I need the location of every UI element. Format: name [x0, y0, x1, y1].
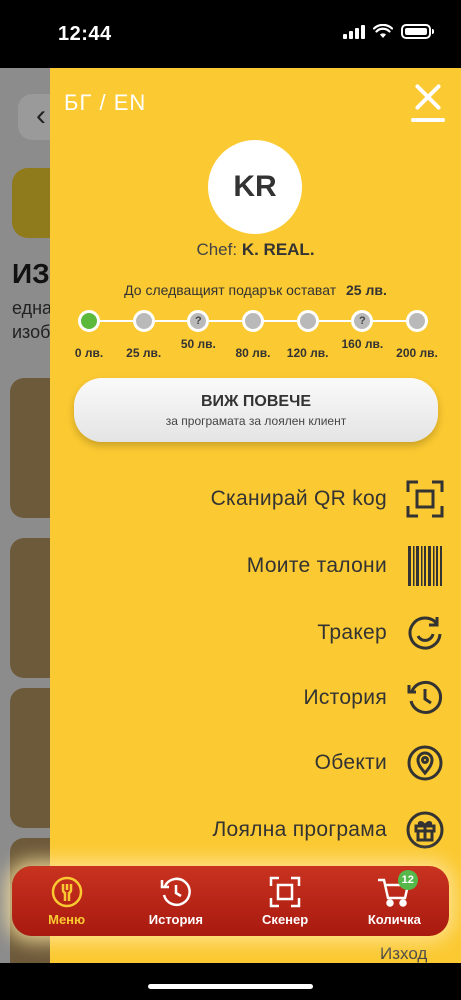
progress-step-label: 160 лв. — [341, 337, 384, 351]
battery-icon — [401, 24, 434, 39]
status-time: 12:44 — [58, 23, 112, 45]
home-indicator[interactable] — [148, 984, 313, 989]
menu-item-label: Лоялна програма — [212, 818, 387, 841]
side-drawer: БГ / EN KR Chef: K. REAL. До следващият … — [50, 68, 461, 963]
tab-label: Количка — [367, 912, 421, 927]
menu-item-locations[interactable]: Обекти — [315, 743, 445, 783]
wifi-icon — [373, 24, 393, 38]
tab-history[interactable]: История — [121, 866, 230, 936]
status-icons — [343, 24, 434, 39]
bottom-tab-bar: Меню История Скенер 12 Количка — [12, 866, 449, 936]
menu-item-label: История — [303, 686, 387, 709]
progress-step-label: 80 лв. — [235, 346, 271, 360]
tab-cart[interactable]: 12 Количка — [340, 866, 449, 936]
progress-step-dot — [132, 310, 155, 332]
close-drawer-button[interactable] — [411, 82, 445, 122]
refresh-icon — [405, 613, 445, 653]
menu-item-tracker[interactable]: Тракер — [317, 613, 445, 653]
signal-icon — [343, 24, 365, 39]
background-title: ИЗ — [12, 258, 50, 289]
tab-scanner[interactable]: Скенер — [231, 866, 340, 936]
bottom-safe-area — [0, 963, 461, 1000]
menu-item-label: Сканирай QR kog — [210, 487, 387, 510]
qr-scan-icon — [405, 479, 445, 519]
restaurant-icon — [51, 876, 82, 908]
location-pin-icon — [405, 743, 445, 783]
next-gift-line: До следващият подарък остават 25 лв. — [50, 282, 461, 298]
gift-icon — [405, 810, 445, 850]
progress-step-dot: ? — [187, 310, 210, 332]
progress-step-label: 50 лв. — [180, 337, 216, 351]
progress-step-dot — [296, 310, 319, 332]
background-subtitle-line: една — [12, 298, 53, 318]
progress-step-dot: ? — [351, 310, 374, 332]
progress-step-dot — [78, 310, 100, 332]
chef-name: K. REAL. — [241, 240, 315, 259]
status-bar: 12:44 — [0, 0, 461, 68]
progress-step-dot — [406, 310, 428, 332]
close-icon — [411, 82, 445, 112]
menu-item-label: Обекти — [314, 751, 387, 774]
menu-item-label: Моите талони — [246, 554, 387, 577]
next-gift-amount: 25 лв. — [346, 282, 387, 298]
cart-count-badge: 12 — [397, 870, 418, 890]
next-gift-text: До следващият подарък остават — [124, 282, 337, 298]
tab-label: История — [148, 912, 203, 927]
menu-item-coupons[interactable]: Моите талони — [247, 546, 445, 586]
history-icon — [405, 678, 445, 718]
background-subtitle: една изоб — [12, 296, 52, 344]
tab-menu[interactable]: Меню — [12, 866, 121, 936]
barcode-icon — [405, 546, 445, 586]
tab-label: Меню — [48, 912, 86, 927]
menu-item-logout-label[interactable]: Изход — [380, 944, 427, 964]
progress-step-label: 0 лв. — [74, 346, 104, 360]
menu-item-loyalty[interactable]: Лоялна програма — [212, 810, 445, 850]
language-switch[interactable]: БГ / EN — [64, 90, 146, 116]
close-icon-underline — [411, 118, 445, 122]
background-subtitle-line: изоб — [12, 322, 51, 342]
see-more-subtitle: за програмата за лоялен клиент — [165, 414, 347, 428]
avatar: KR — [208, 140, 302, 234]
loyalty-progress: 0 лв. 25 лв.? 50 лв. 80 лв. 120 лв.? 160 лв. 2… — [75, 310, 438, 360]
chef-prefix: Chef: — [196, 240, 242, 259]
chef-name-line: Chef: K. REAL. — [50, 240, 461, 260]
menu-item-label: Тракер — [317, 621, 387, 644]
menu-item-scan-qr[interactable]: Сканирай QR kog — [211, 479, 445, 519]
history-icon — [160, 877, 191, 907]
see-more-title: ВИЖ ПОВЕЧЕ — [200, 393, 312, 410]
menu-item-history[interactable]: История — [303, 678, 445, 718]
scan-icon — [269, 876, 301, 908]
progress-step-label: 200 лв. — [396, 346, 438, 360]
progress-step-label: 120 лв. — [286, 346, 329, 360]
progress-step-dot — [242, 310, 264, 332]
see-more-button[interactable]: ВИЖ ПОВЕЧЕ за програмата за лоялен клиен… — [74, 378, 438, 442]
progress-step-label: 25 лв. — [126, 346, 162, 360]
tab-label: Скенер — [262, 912, 309, 927]
